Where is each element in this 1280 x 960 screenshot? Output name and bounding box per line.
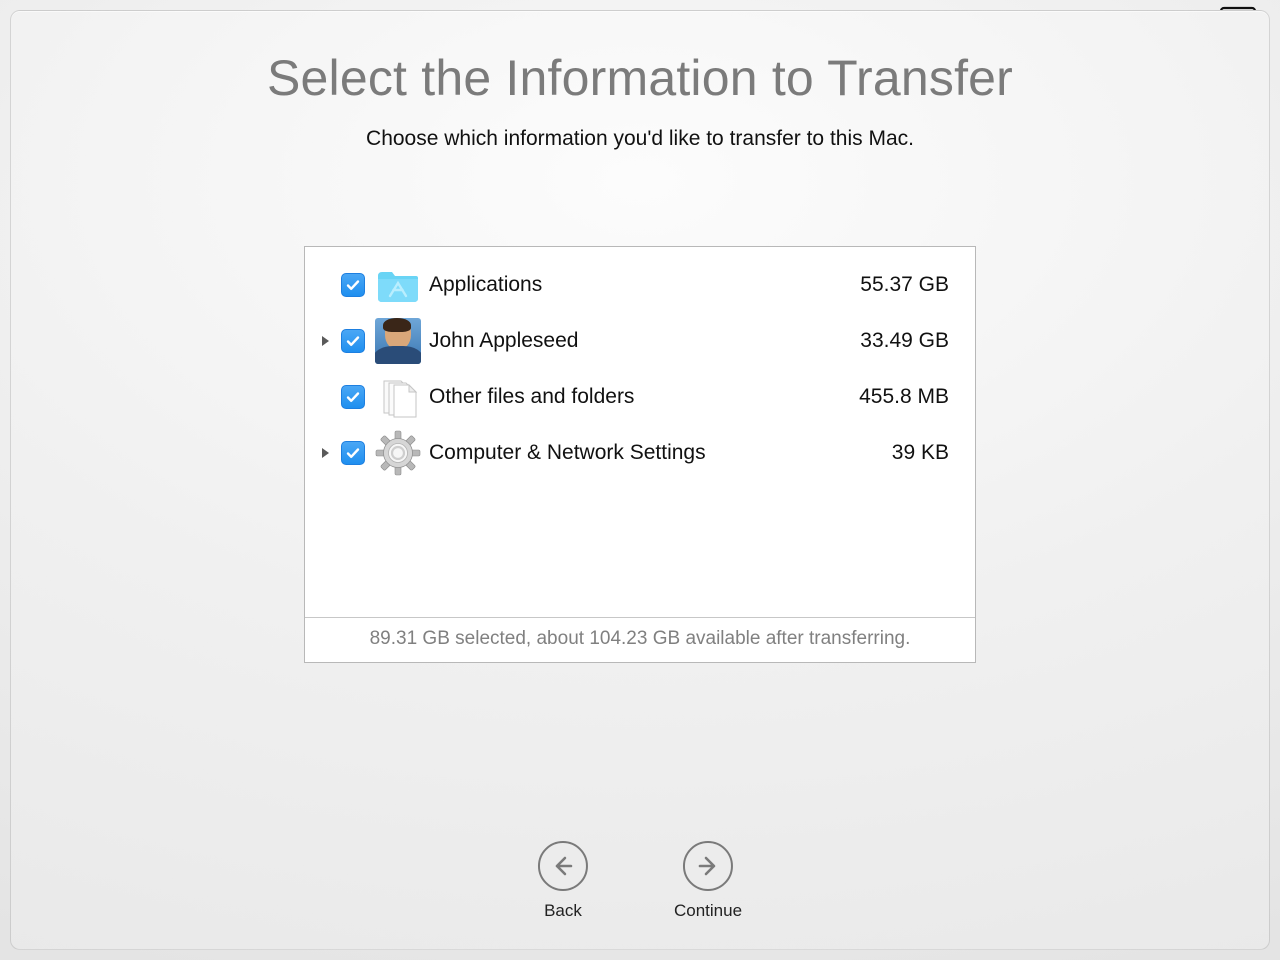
item-label: Other files and folders [429, 385, 829, 409]
arrow-right-icon [683, 841, 733, 891]
disclosure-triangle[interactable] [315, 447, 335, 459]
applications-folder-icon [375, 262, 421, 308]
item-size: 55.37 GB [829, 273, 949, 297]
item-size: 455.8 MB [829, 385, 949, 409]
item-size: 33.49 GB [829, 329, 949, 353]
checkbox-user[interactable] [341, 329, 365, 353]
user-avatar-icon [375, 318, 421, 364]
back-button[interactable]: Back [538, 841, 588, 921]
checkbox-applications[interactable] [341, 273, 365, 297]
back-label: Back [544, 901, 582, 921]
item-label: Applications [429, 273, 829, 297]
continue-label: Continue [674, 901, 742, 921]
transfer-item-settings: Computer & Network Settings 39 KB [305, 425, 975, 481]
continue-button[interactable]: Continue [674, 841, 742, 921]
page-subtitle: Choose which information you'd like to t… [11, 127, 1269, 151]
gear-icon [375, 430, 421, 476]
checkbox-other-files[interactable] [341, 385, 365, 409]
disclosure-triangle[interactable] [315, 335, 335, 347]
arrow-left-icon [538, 841, 588, 891]
migration-assistant-window: Select the Information to Transfer Choos… [10, 10, 1270, 950]
item-label: John Appleseed [429, 329, 829, 353]
item-label: Computer & Network Settings [429, 441, 829, 465]
item-size: 39 KB [829, 441, 949, 465]
transfer-item-other-files: Other files and folders 455.8 MB [305, 369, 975, 425]
transfer-item-applications: Applications 55.37 GB [305, 257, 975, 313]
checkbox-settings[interactable] [341, 441, 365, 465]
page-title: Select the Information to Transfer [11, 49, 1269, 107]
documents-stack-icon [375, 374, 421, 420]
transfer-list: Applications 55.37 GB John Appleseed 33.… [305, 247, 975, 617]
transfer-panel: Applications 55.37 GB John Appleseed 33.… [304, 246, 976, 663]
status-text: 89.31 GB selected, about 104.23 GB avail… [305, 617, 975, 662]
nav-buttons: Back Continue [538, 841, 742, 921]
transfer-item-user: John Appleseed 33.49 GB [305, 313, 975, 369]
